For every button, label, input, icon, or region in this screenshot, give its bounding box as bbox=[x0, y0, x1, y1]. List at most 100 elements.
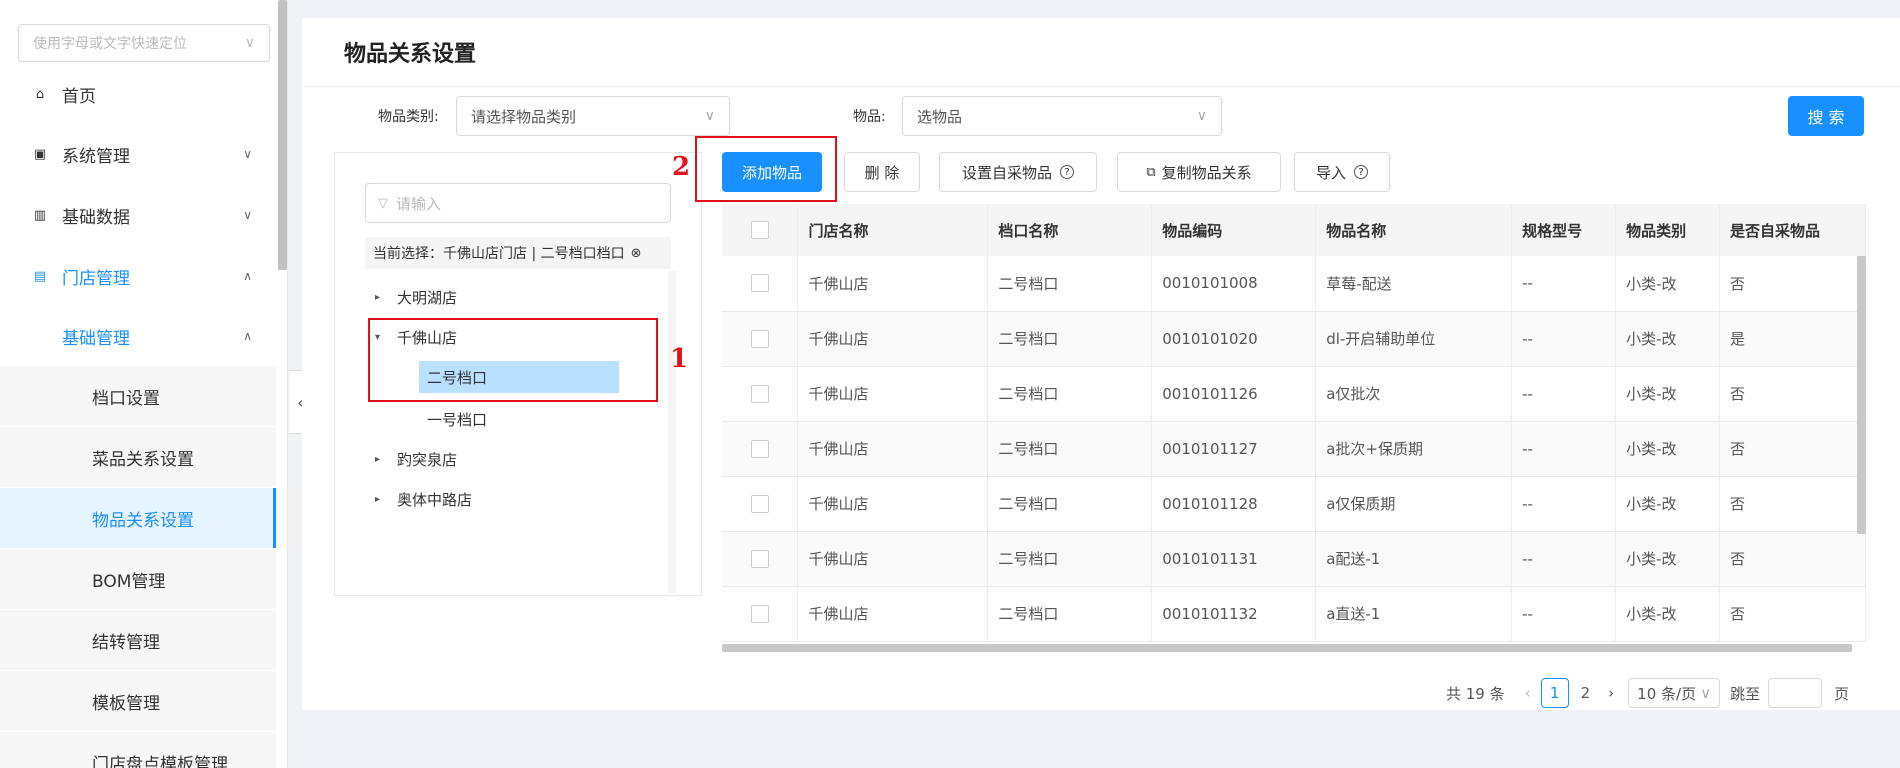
table-cell: 千佛山店 bbox=[797, 421, 989, 477]
column-header[interactable]: 门店名称 bbox=[797, 204, 989, 256]
table-cell: 0010101126 bbox=[1151, 366, 1317, 422]
row-checkbox[interactable] bbox=[750, 549, 769, 568]
table-row[interactable]: 千佛山店 二号档口 0010101131 a配送-1 -- 小类-改 否 bbox=[722, 531, 1866, 587]
caret-right-icon[interactable]: ▸ bbox=[375, 292, 389, 303]
table-row[interactable]: 千佛山店 二号档口 0010101128 a仅保质期 -- 小类-改 否 bbox=[722, 476, 1866, 532]
select-all-checkbox[interactable] bbox=[750, 221, 769, 239]
divider bbox=[302, 86, 1900, 87]
row-checkbox[interactable] bbox=[750, 439, 769, 458]
column-header[interactable]: 规格型号 bbox=[1511, 204, 1617, 256]
column-header[interactable]: 档口名称 bbox=[987, 204, 1153, 256]
clear-icon[interactable]: ⊗ bbox=[631, 246, 642, 261]
table-cell: 小类-改 bbox=[1615, 366, 1721, 422]
page-suffix: 页 bbox=[1834, 684, 1850, 703]
tree-node-aotizhonglu[interactable]: ▸ 奥体中路店 bbox=[375, 483, 472, 515]
row-checkbox[interactable] bbox=[750, 604, 769, 623]
sidebar-item-basic-data[interactable]: ▥ 基础数据 ∨ bbox=[0, 185, 276, 245]
page-button-current[interactable]: 1 bbox=[1540, 678, 1569, 708]
sidebar-subgroup-label: 基础管理 bbox=[62, 328, 130, 349]
page-size-select[interactable]: 10 条/页 ∨ bbox=[1628, 678, 1721, 708]
chevron-down-icon: ∨ bbox=[243, 208, 252, 222]
help-icon: ? bbox=[1354, 165, 1368, 179]
column-header[interactable]: 物品名称 bbox=[1315, 204, 1513, 256]
table-cell: 否 bbox=[1719, 531, 1866, 587]
annotation-box-2 bbox=[695, 136, 837, 202]
sidebar-subgroup-basic[interactable]: 基础管理 ∧ bbox=[0, 306, 276, 366]
sidebar-item-label: 门店盘点模板管理 bbox=[92, 754, 228, 768]
row-checkbox-cell bbox=[722, 256, 799, 312]
sidebar-item-inventory-templates[interactable]: 门店盘点模板管理 bbox=[0, 732, 276, 768]
table-cell: -- bbox=[1511, 366, 1617, 422]
table-vertical-scrollbar[interactable] bbox=[1857, 256, 1866, 534]
sidebar-item-label: 系统管理 bbox=[62, 146, 130, 167]
table-row[interactable]: 千佛山店 二号档口 0010101008 草莓-配送 -- 小类-改 否 bbox=[722, 256, 1866, 312]
column-header[interactable]: 是否自采物品 bbox=[1719, 204, 1866, 256]
current-selection: 当前选择：千佛山店门店 | 二号档口档口 ⊗ bbox=[365, 237, 671, 269]
sidebar-item-bom[interactable]: BOM管理 bbox=[0, 549, 276, 609]
chevron-down-icon: ∨ bbox=[1700, 684, 1712, 702]
table-cell: 千佛山店 bbox=[797, 311, 989, 367]
sidebar-item-system[interactable]: ▣ 系统管理 ∨ bbox=[0, 124, 276, 184]
item-select[interactable]: 选物品 ∨ bbox=[902, 96, 1222, 136]
sidebar-quick-search[interactable]: 使用字母或文字快速定位 ∨ bbox=[18, 24, 270, 62]
column-header[interactable]: 物品编码 bbox=[1151, 204, 1317, 256]
items-table: 门店名称 档口名称 物品编码 物品名称 规格型号 物品类别 是否自采物品 千佛山… bbox=[722, 204, 1866, 654]
row-checkbox[interactable] bbox=[750, 494, 769, 513]
tree-node-daminghu[interactable]: ▸ 大明湖店 bbox=[375, 281, 457, 313]
row-checkbox[interactable] bbox=[750, 329, 769, 348]
annotation-number-1: 1 bbox=[670, 344, 689, 374]
table-row[interactable]: 千佛山店 二号档口 0010101126 a仅批次 -- 小类-改 否 bbox=[722, 366, 1866, 422]
sidebar-scrollbar[interactable] bbox=[278, 0, 287, 270]
jump-page-input[interactable] bbox=[1768, 678, 1823, 708]
pagination: 共 19 条 ‹ 1 2 › 10 条/页 ∨ 跳至 页 bbox=[1446, 678, 1849, 708]
sidebar-item-label: 门店管理 bbox=[62, 268, 130, 289]
button-label: 设置自采物品 bbox=[961, 163, 1052, 182]
sidebar-item-home[interactable]: ⌂ 首页 bbox=[0, 64, 276, 124]
table-horizontal-scrollbar[interactable] bbox=[722, 644, 1852, 652]
table-cell: 千佛山店 bbox=[797, 366, 989, 422]
table-cell: a仅保质期 bbox=[1315, 476, 1513, 532]
table-row[interactable]: 千佛山店 二号档口 0010101132 a直送-1 -- 小类-改 否 bbox=[722, 586, 1866, 642]
sidebar-item-carryover[interactable]: 结转管理 bbox=[0, 610, 276, 670]
table-cell: 二号档口 bbox=[987, 366, 1153, 422]
category-placeholder: 请选择物品类别 bbox=[471, 107, 577, 126]
next-page-icon[interactable]: › bbox=[1608, 684, 1614, 702]
table-cell: -- bbox=[1511, 311, 1617, 367]
delete-button[interactable]: 删 除 bbox=[844, 152, 920, 192]
sidebar-item-dish-relations[interactable]: 菜品关系设置 bbox=[0, 427, 276, 487]
sidebar-item-label: 首页 bbox=[62, 86, 96, 107]
home-icon: ⌂ bbox=[35, 86, 45, 102]
table-row[interactable]: 千佛山店 二号档口 0010101127 a批次+保质期 -- 小类-改 否 bbox=[722, 421, 1866, 477]
column-header[interactable]: 物品类别 bbox=[1615, 204, 1721, 256]
table-cell: 0010101128 bbox=[1151, 476, 1317, 532]
category-select[interactable]: 请选择物品类别 ∨ bbox=[456, 96, 730, 136]
sidebar-item-stall-settings[interactable]: 档口设置 bbox=[0, 366, 276, 426]
import-button[interactable]: 导入 ? bbox=[1294, 152, 1390, 192]
tree-search-input[interactable]: ▽ 请输入 bbox=[365, 183, 671, 223]
table-cell: -- bbox=[1511, 476, 1617, 532]
table-cell: -- bbox=[1511, 421, 1617, 477]
page-button[interactable]: 2 bbox=[1581, 684, 1591, 702]
sidebar-item-templates[interactable]: 模板管理 bbox=[0, 671, 276, 731]
tree-scrollbar[interactable] bbox=[668, 271, 676, 593]
table-cell: dl-开启辅助单位 bbox=[1315, 311, 1513, 367]
table-cell: a批次+保质期 bbox=[1315, 421, 1513, 477]
row-checkbox[interactable] bbox=[750, 274, 769, 293]
table-cell: 小类-改 bbox=[1615, 531, 1721, 587]
table-cell: -- bbox=[1511, 586, 1617, 642]
table-row[interactable]: 千佛山店 二号档口 0010101020 dl-开启辅助单位 -- 小类-改 是 bbox=[722, 311, 1866, 367]
search-button[interactable]: 搜 索 bbox=[1788, 96, 1864, 136]
store-icon: ▤ bbox=[33, 268, 47, 284]
copy-relations-button[interactable]: ⧉ 复制物品关系 bbox=[1117, 152, 1281, 192]
table-cell: 草莓-配送 bbox=[1315, 256, 1513, 312]
row-checkbox[interactable] bbox=[750, 384, 769, 403]
sidebar-item-item-relations[interactable]: 物品关系设置 bbox=[0, 488, 276, 548]
prev-page-icon[interactable]: ‹ bbox=[1525, 684, 1531, 702]
sidebar-item-store[interactable]: ▤ 门店管理 ∧ bbox=[0, 246, 276, 306]
tree-node-stall-1[interactable]: 一号档口 bbox=[427, 403, 487, 435]
tree-node-baotuquan[interactable]: ▸ 趵突泉店 bbox=[375, 443, 457, 475]
caret-right-icon[interactable]: ▸ bbox=[375, 454, 389, 465]
caret-right-icon[interactable]: ▸ bbox=[375, 494, 389, 505]
table-cell: a配送-1 bbox=[1315, 531, 1513, 587]
set-self-purchase-button[interactable]: 设置自采物品 ? bbox=[939, 152, 1097, 192]
